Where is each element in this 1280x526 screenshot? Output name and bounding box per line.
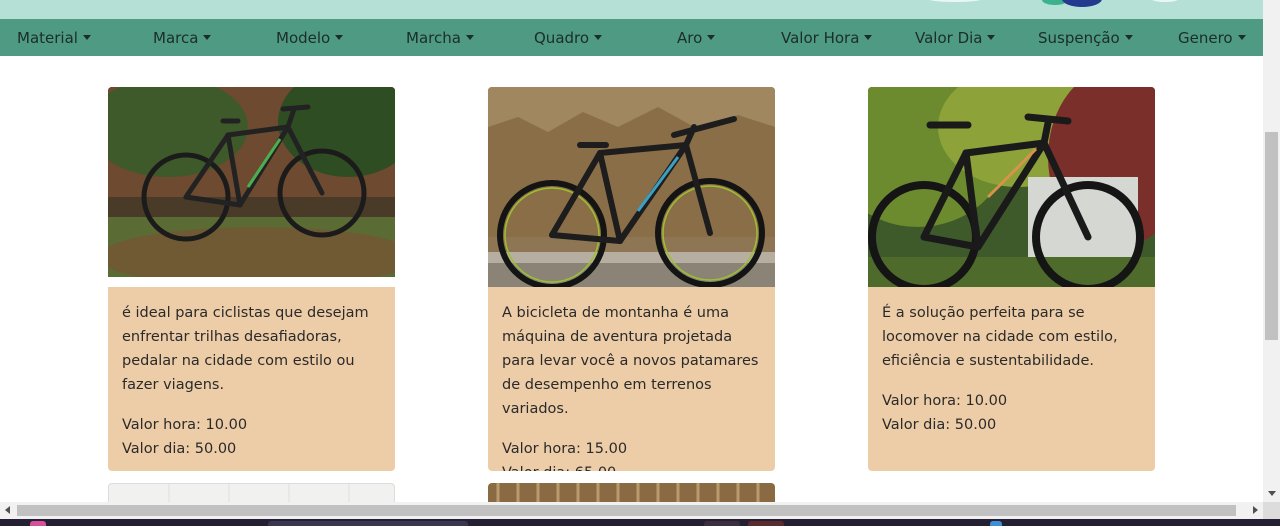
bike-image: [496, 483, 760, 503]
caret-down-icon: [465, 35, 474, 40]
taskbar-app-icon[interactable]: [30, 521, 46, 526]
card-description: A bicicleta de montanha é uma máquina de…: [502, 305, 759, 417]
nav-label: Aro: [677, 28, 703, 47]
nav-dropdown-suspencao[interactable]: Suspenção: [1038, 19, 1133, 56]
bike-card[interactable]: É a solução perfeita para se locomover n…: [868, 87, 1155, 471]
scrollbar-thumb[interactable]: [1265, 132, 1278, 340]
scrollbar-corner: [1263, 502, 1280, 519]
caret-down-icon: [203, 35, 212, 40]
caret-down-icon: [82, 35, 91, 40]
bike-image: [108, 87, 395, 287]
scroll-down-arrow-icon[interactable]: [1268, 491, 1276, 496]
nav-dropdown-marca[interactable]: Marca: [153, 19, 212, 56]
bike-card[interactable]: é ideal para ciclistas que desejam enfre…: [108, 87, 395, 471]
taskbar-app-icon[interactable]: [704, 521, 740, 526]
nav-label: Genero: [1178, 28, 1233, 47]
nav-label: Valor Dia: [915, 28, 983, 47]
caret-down-icon: [1124, 35, 1133, 40]
nav-dropdown-valor-dia[interactable]: Valor Dia: [915, 19, 996, 56]
horizontal-scrollbar[interactable]: [0, 502, 1263, 519]
nav-dropdown-material[interactable]: Material: [17, 19, 91, 56]
nav-label: Valor Hora: [781, 28, 860, 47]
nav-label: Marca: [153, 28, 199, 47]
taskbar-search[interactable]: [268, 521, 468, 526]
bike-card-partial[interactable]: [108, 483, 395, 503]
logo-fragment: [925, 0, 985, 2]
bike-card[interactable]: A bicicleta de montanha é uma máquina de…: [488, 87, 775, 471]
nav-label: Suspenção: [1038, 28, 1120, 47]
caret-down-icon: [335, 35, 344, 40]
nav-dropdown-genero[interactable]: Genero: [1178, 19, 1246, 56]
scroll-left-arrow-icon[interactable]: [5, 506, 10, 514]
valor-dia: Valor dia: 50.00: [122, 441, 237, 457]
nav-label: Quadro: [534, 28, 590, 47]
taskbar-app-icon[interactable]: [990, 521, 1002, 526]
caret-down-icon: [594, 35, 603, 40]
nav-dropdown-quadro[interactable]: Quadro: [534, 19, 603, 56]
taskbar-app-icon[interactable]: [748, 521, 784, 526]
scrollbar-thumb[interactable]: [17, 505, 1236, 516]
valor-hora: Valor hora: 10.00: [882, 393, 1008, 409]
nav-label: Marcha: [406, 28, 461, 47]
logo-fragment: [1062, 0, 1102, 7]
bike-card-partial[interactable]: [488, 483, 775, 503]
valor-dia: Valor dia: 65.00: [502, 461, 761, 471]
nav-dropdown-aro[interactable]: Aro: [677, 19, 716, 56]
valor-hora: Valor hora: 10.00: [122, 417, 248, 433]
logo-fragment: [1150, 0, 1180, 2]
header-band: [0, 0, 1263, 19]
nav-dropdown-marcha[interactable]: Marcha: [406, 19, 474, 56]
card-description: É a solução perfeita para se locomover n…: [882, 305, 1118, 369]
caret-down-icon: [864, 35, 873, 40]
nav-label: Modelo: [276, 28, 331, 47]
valor-dia: Valor dia: 50.00: [882, 417, 997, 433]
nav-label: Material: [17, 28, 78, 47]
caret-down-icon: [1237, 35, 1246, 40]
caret-down-icon: [987, 35, 996, 40]
bike-image: [488, 87, 775, 287]
scroll-right-arrow-icon[interactable]: [1253, 506, 1258, 514]
bike-image: [168, 484, 350, 502]
vertical-scrollbar[interactable]: [1263, 0, 1280, 502]
filter-navbar: Material Marca Modelo Marcha Quadro Aro …: [0, 19, 1263, 56]
card-description: é ideal para ciclistas que desejam enfre…: [122, 305, 369, 393]
nav-dropdown-valor-hora[interactable]: Valor Hora: [781, 19, 873, 56]
os-taskbar: [0, 519, 1280, 526]
bike-image: [868, 87, 1155, 287]
caret-down-icon: [707, 35, 716, 40]
nav-dropdown-modelo[interactable]: Modelo: [276, 19, 344, 56]
valor-hora: Valor hora: 15.00: [502, 441, 628, 457]
